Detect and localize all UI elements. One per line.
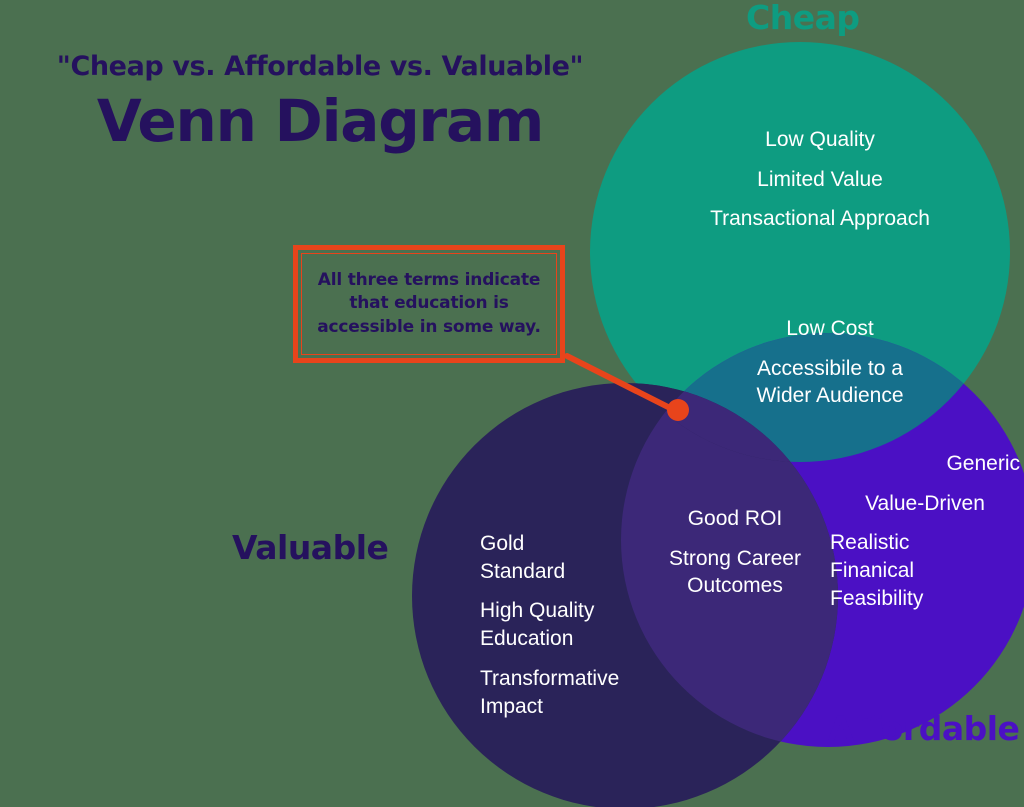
label-valuable: Valuable: [232, 528, 389, 567]
callout-box: All three terms indicate that education …: [293, 245, 565, 363]
label-affordable: Affordable: [828, 709, 1020, 748]
venn-diagram-canvas: "Cheap vs. Affordable vs. Valuable" Venn…: [0, 0, 1024, 807]
callout-text: All three terms indicate that education …: [317, 270, 541, 337]
label-cheap: Cheap: [746, 0, 860, 37]
callout-pointer-dot: [667, 399, 689, 421]
venn-circles-graphic: [412, 42, 1024, 807]
